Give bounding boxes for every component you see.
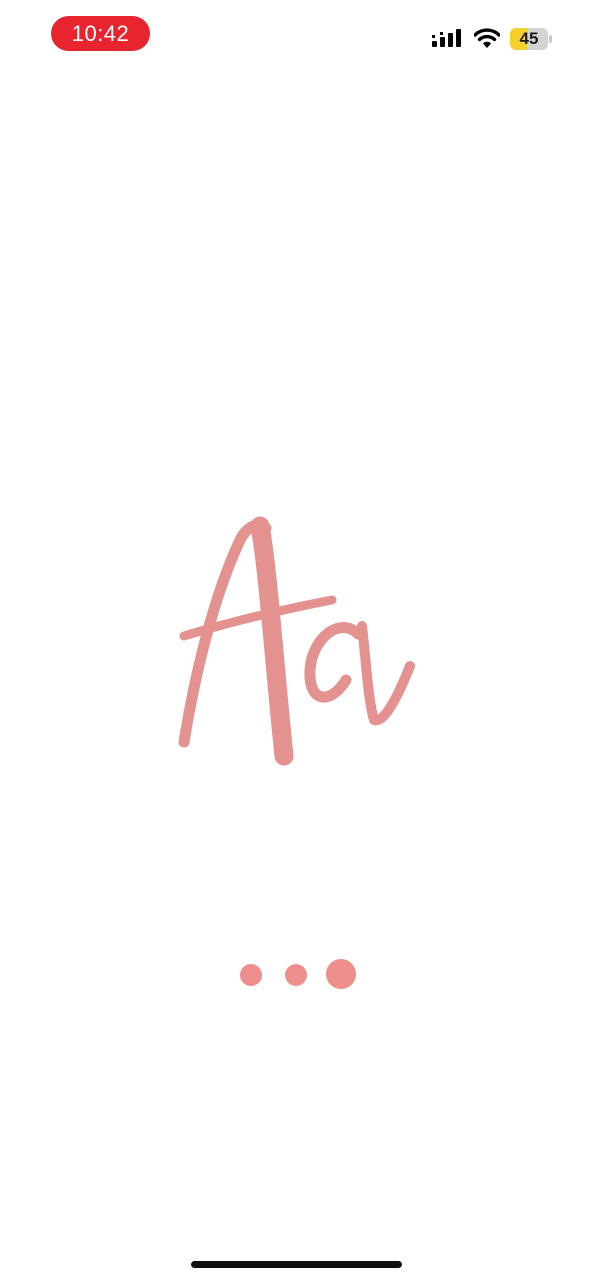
loading-dot <box>326 959 356 989</box>
logo-stroke <box>357 621 415 726</box>
loading-dot <box>240 964 262 986</box>
loading-indicator <box>228 955 368 995</box>
loading-dot <box>285 964 307 986</box>
status-time: 10:42 <box>51 16 150 51</box>
signal-icon <box>432 29 461 47</box>
logo-stroke <box>250 516 294 766</box>
battery-icon: 45 <box>510 28 552 50</box>
aa-script-logo-icon: Aa <box>178 516 415 766</box>
app-logo: Aa <box>170 510 420 770</box>
wifi-icon <box>474 28 500 48</box>
battery-level: 45 <box>519 29 539 48</box>
home-indicator[interactable] <box>191 1261 402 1268</box>
status-bar: 10:42 45 <box>0 0 592 72</box>
logo-stroke <box>304 622 364 703</box>
